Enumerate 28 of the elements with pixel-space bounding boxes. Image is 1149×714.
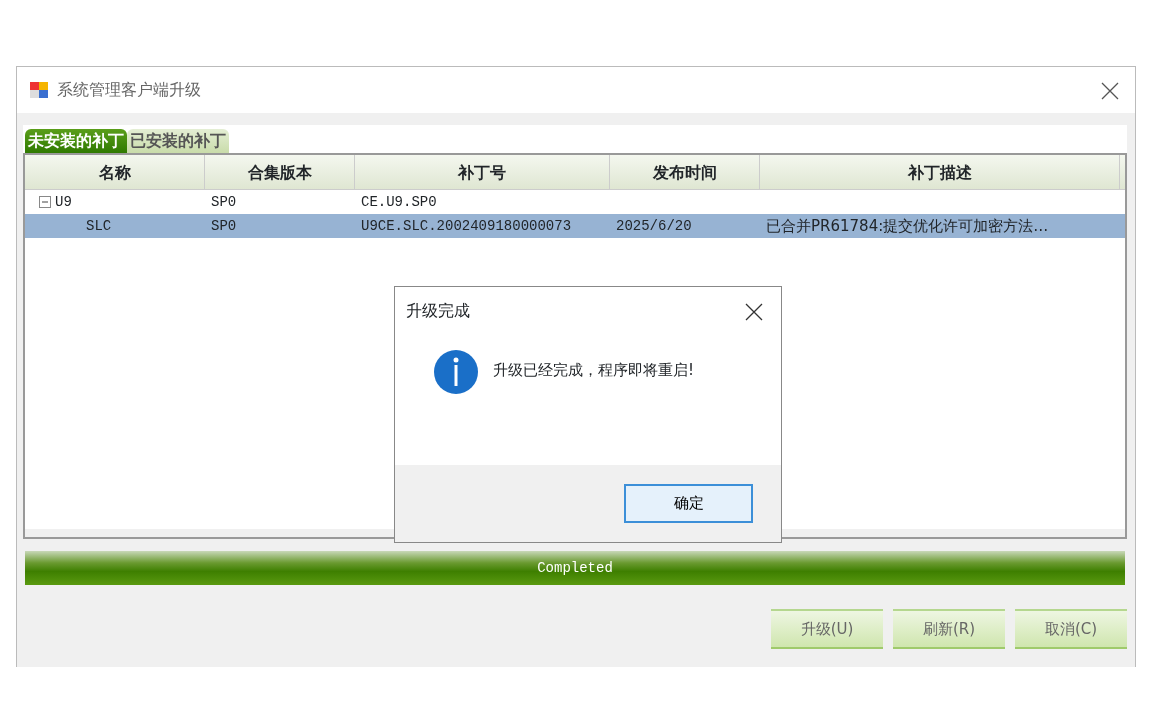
table-cell: SP0 xyxy=(211,218,237,234)
window-title: 系统管理客户端升级 xyxy=(57,79,201,101)
table-cell: 2025/6/20 xyxy=(616,218,692,234)
column-header[interactable]: 发布时间 xyxy=(610,155,760,189)
collapse-toggle[interactable] xyxy=(39,196,51,209)
table-cell: U9 xyxy=(55,194,72,210)
column-header[interactable]: 补丁描述 xyxy=(760,155,1120,189)
column-header[interactable]: 名称 xyxy=(25,155,205,189)
app-icon xyxy=(29,80,49,100)
action-button[interactable]: 刷新(R) xyxy=(893,609,1005,649)
table-cell: CE.U9.SP0 xyxy=(361,194,437,210)
table-cell: U9CE.SLC.2002409180000073 xyxy=(361,218,572,234)
ok-button[interactable]: 确定 xyxy=(624,484,753,523)
tab[interactable]: 未安装的补丁 xyxy=(25,129,127,153)
table-row[interactable]: U9 SP0 CE.U9.SP0 xyxy=(25,190,1125,214)
info-icon xyxy=(433,349,479,395)
table-cell: SP0 xyxy=(211,194,237,210)
tab[interactable]: 已安装的补丁 xyxy=(127,129,229,153)
progress-text: Completed xyxy=(536,559,614,578)
column-header[interactable]: 补丁号 xyxy=(355,155,610,189)
table-cell: 已合并PR61784:提交优化许可加密方法… xyxy=(766,217,1049,235)
dialog-message: 升级已经完成，程序即将重启! xyxy=(493,360,694,381)
action-button[interactable]: 取消(C) xyxy=(1015,609,1127,649)
dialog-title: 升级完成 xyxy=(406,300,470,322)
action-button[interactable]: 升级(U) xyxy=(771,609,883,649)
table-cell: SLC xyxy=(86,218,112,234)
column-header[interactable]: 合集版本 xyxy=(205,155,355,189)
table-row[interactable]: SLC SP0 U9CE.SLC.2002409180000073 2025/6/20 已合并PR61784:提交优化许可加密方法… xyxy=(25,214,1125,238)
